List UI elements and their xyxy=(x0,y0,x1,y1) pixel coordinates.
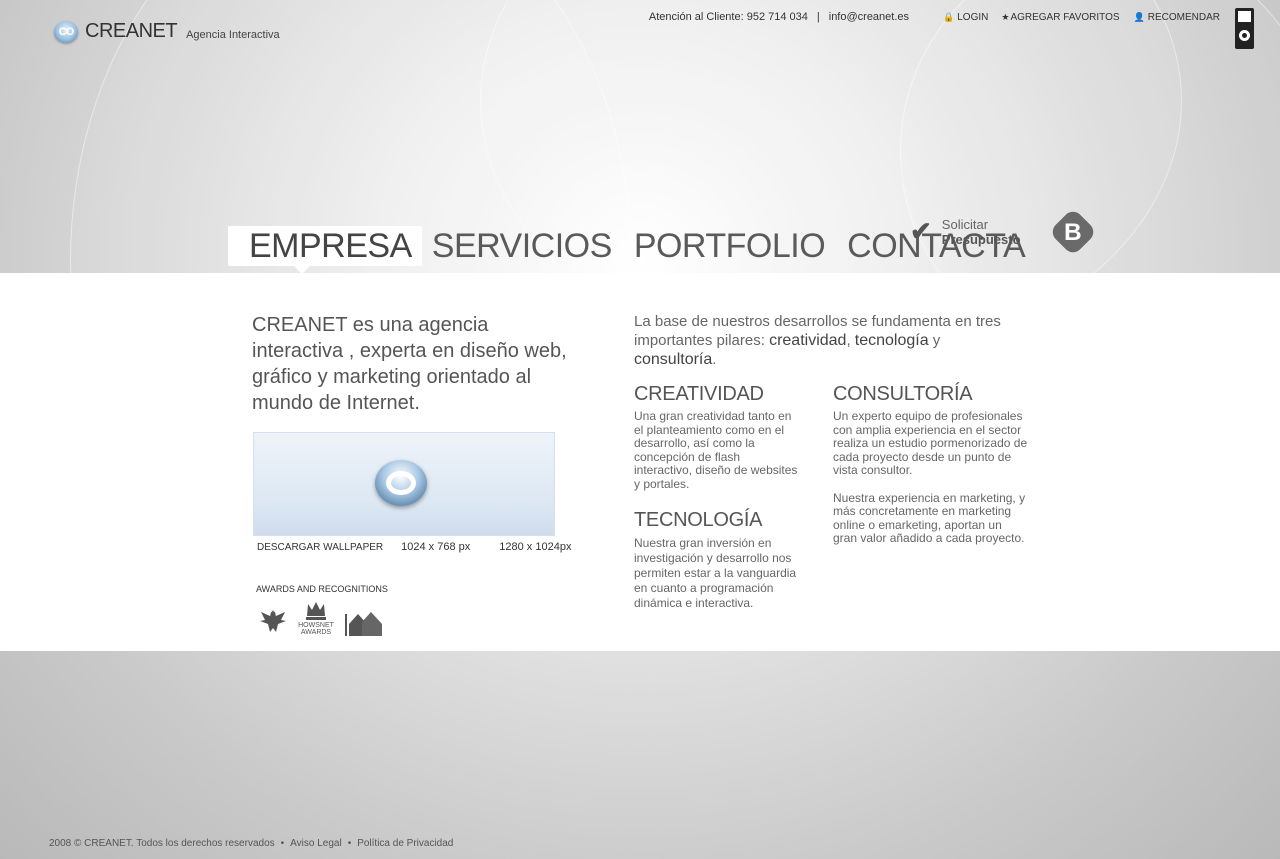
pillars-and: y xyxy=(928,332,941,349)
brand-logo[interactable]: CO CREANET Agencia Interactiva xyxy=(54,20,280,43)
howsnet-text-1: HOWSNET xyxy=(298,622,335,629)
wallpaper-logo-icon xyxy=(375,460,427,506)
pillars-comma: , xyxy=(846,332,855,349)
section-creatividad: CREATIVIDAD Una gran creatividad tanto e… xyxy=(634,383,799,505)
pillar-consultoria: consultoría xyxy=(634,351,713,368)
pillars-text: La base de nuestros desarrollos se funda… xyxy=(634,312,1014,369)
customer-service-phone: Atención al Cliente: 952 714 034 xyxy=(648,11,808,23)
nav-item-empresa[interactable]: EMPRESA xyxy=(228,226,422,274)
download-wallpaper-label: DESCARGAR WALLPAPER xyxy=(257,541,384,553)
awards-logos: HOWSNET AWARDS xyxy=(258,600,390,636)
legal-notice-link[interactable]: Aviso Legal xyxy=(290,838,342,849)
awards-label: AWARDS AND RECOGNITIONS xyxy=(256,584,388,594)
section-text: Una gran creatividad tanto en el plantea… xyxy=(634,409,798,491)
add-favorites-label: AGREGAR FAVORITOS xyxy=(1010,11,1120,23)
logo-icon: CO xyxy=(54,20,78,43)
wallpaper-preview[interactable] xyxy=(253,432,555,536)
wallpaper-1024-link[interactable]: 1024 x 768 px xyxy=(401,541,470,553)
nav-item-portfolio[interactable]: PORTFOLIO xyxy=(628,226,831,266)
player-wheel xyxy=(1239,30,1250,41)
section-text: Nuestra gran inversión en investigación … xyxy=(634,536,797,610)
footer-dot: • xyxy=(347,838,352,849)
top-bar: Atención al Cliente: 952 714 034 | info@… xyxy=(649,11,1220,23)
howsnet-text-2: AWARDS xyxy=(301,629,332,636)
pillars-end: . xyxy=(712,351,717,368)
login-link[interactable]: 🔒 LOGIN xyxy=(943,12,988,23)
add-favorites-link[interactable]: ★ AGREGAR FAVORITOS xyxy=(1001,12,1119,23)
section-text: Un experto equipo de profesionales con a… xyxy=(833,409,1028,477)
logo-mark-text: CO xyxy=(58,25,74,38)
howsnet-award-icon[interactable]: HOWSNET AWARDS xyxy=(294,600,338,636)
badge-letter: B xyxy=(1064,217,1082,246)
wallpaper-download-row: DESCARGAR WALLPAPER 1024 x 768 px 1280 x… xyxy=(257,541,571,553)
lock-icon: 🔒 xyxy=(943,11,955,22)
music-player-icon[interactable] xyxy=(1235,8,1254,49)
checkmark-icon: ✔ xyxy=(910,216,932,246)
brand-tagline: Agencia Interactiva xyxy=(186,28,280,41)
topbar-separator: | xyxy=(816,11,820,23)
copyright-text: 2008 © CREANET. Todos los derechos reser… xyxy=(49,838,275,849)
contact-email-link[interactable]: info@creanet.es xyxy=(829,11,909,23)
privacy-policy-link[interactable]: Política de Privacidad xyxy=(357,838,453,849)
section-title: CONSULTORÍA xyxy=(833,383,973,405)
player-screen xyxy=(1238,11,1251,22)
section-title: CREATIVIDAD xyxy=(634,383,764,405)
intro-text: CREANET es una agencia interactiva , exp… xyxy=(252,314,567,414)
section-title: TECNOLOGÍA xyxy=(634,509,763,531)
star-icon: ★ xyxy=(1001,11,1010,22)
nav-item-servicios[interactable]: SERVICIOS xyxy=(426,226,618,266)
person-icon: 👤 xyxy=(1133,11,1145,22)
eagle-award-icon[interactable] xyxy=(258,606,288,636)
section-text: Nuestra experiencia en marketing, y más … xyxy=(833,490,1026,545)
houses-award-icon[interactable] xyxy=(344,608,384,636)
section-tecnologia: TECNOLOGÍA Nuestra gran inversión en inv… xyxy=(634,509,804,625)
pillar-creatividad: creatividad xyxy=(769,332,847,349)
pillar-tecnologia: tecnología xyxy=(854,332,929,349)
footer: 2008 © CREANET. Todos los derechos reser… xyxy=(49,838,453,849)
quote-line-1: Solicitar xyxy=(941,216,989,232)
recommend-link[interactable]: 👤 RECOMENDAR xyxy=(1134,12,1220,23)
request-quote-button[interactable]: ✔ Solicitar Presupuesto xyxy=(910,216,1021,247)
section-consultoria: CONSULTORÍA Un experto equipo de profesi… xyxy=(833,383,1028,560)
quote-line-2: Presupuesto xyxy=(941,231,1021,247)
wallpaper-1280-link[interactable]: 1280 x 1024px xyxy=(499,541,571,553)
login-label: LOGIN xyxy=(957,11,989,23)
recommend-label: RECOMENDAR xyxy=(1147,11,1220,23)
footer-dot: • xyxy=(280,838,285,849)
brand-name: CREANET xyxy=(85,20,178,42)
